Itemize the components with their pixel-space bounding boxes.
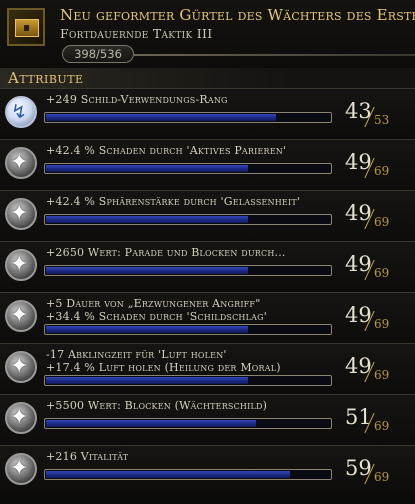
attribute-label: +5500 Wert: Blocken (Wächterschild): [46, 399, 268, 412]
attribute-label-second: +34.4 % Schaden durch 'Schildschlag': [46, 310, 267, 323]
star-icon-glyph: ✦: [10, 201, 29, 226]
rank-max: 69: [374, 266, 390, 280]
star-icon[interactable]: ✦: [5, 249, 37, 281]
item-window: Neu geformter Gürtel des Wächters des Er…: [0, 0, 415, 504]
star-icon[interactable]: ✦: [5, 147, 37, 179]
attribute-row[interactable]: ✦ +2650 Wert: Parade und Blocken durch...…: [0, 241, 415, 291]
attribute-row[interactable]: ↯ +249 Schild-Verwendungs-Rang 43 53: [0, 88, 415, 138]
attribute-label-second: +17.4 % Luft holen (Heilung der Moral): [46, 361, 281, 374]
section-title-attributes: Attribute: [0, 68, 415, 88]
rank-progress-fill: [46, 377, 248, 384]
attribute-label: +249 Schild-Verwendungs-Rang: [46, 93, 228, 106]
rank-progress-fill: [46, 420, 256, 427]
attribute-label: +216 Vitalität: [46, 450, 129, 463]
star-icon[interactable]: ✦: [5, 351, 37, 383]
rank-progress-bar: [44, 375, 332, 386]
star-icon[interactable]: ✦: [5, 300, 37, 332]
attribute-label: +5 Dauer von „Erzwungener Angriff": [46, 297, 261, 310]
rank-progress-bar: [44, 214, 332, 225]
attribute-label: +2650 Wert: Parade und Blocken durch...: [46, 246, 286, 259]
rank-progress-bar: [44, 112, 332, 123]
item-xp-counter: 398/536: [62, 45, 134, 63]
rank-max: 53: [374, 113, 390, 127]
lightning-icon-glyph: ↯: [11, 101, 27, 123]
rank-max: 69: [374, 317, 390, 331]
lightning-icon[interactable]: ↯: [5, 96, 37, 128]
item-subtitle: Fortdauernde Taktik III: [60, 26, 213, 41]
star-icon[interactable]: ✦: [5, 198, 37, 230]
attribute-label: -17 Abklingzeit für 'Luft holen': [46, 348, 227, 361]
rank-progress-bar: [44, 469, 332, 480]
attribute-row[interactable]: ✦ +42.4 % Schaden durch 'Aktives Parieren…: [0, 139, 415, 189]
attribute-label: +42.4 % Schaden durch 'Aktives Parieren': [46, 144, 287, 157]
rank-progress-fill: [46, 471, 290, 478]
item-icon[interactable]: [7, 8, 45, 46]
attribute-label: +42.4 % Sphärenstärke durch 'Gelassenhei…: [46, 195, 301, 208]
star-icon-glyph: ✦: [10, 456, 29, 481]
rank-max: 69: [374, 215, 390, 229]
attribute-row[interactable]: ✦ +5 Dauer von „Erzwungener Angriff" +34.4…: [0, 292, 415, 342]
rank-progress-bar: [44, 265, 332, 276]
rank-progress-fill: [46, 114, 276, 121]
rank-max: 69: [374, 164, 390, 178]
attribute-row[interactable]: ✦ +5500 Wert: Blocken (Wächterschild) 51 69: [0, 394, 415, 444]
star-icon-glyph: ✦: [10, 405, 29, 430]
rank-progress-fill: [46, 216, 248, 223]
star-icon[interactable]: ✦: [5, 402, 37, 434]
attribute-row[interactable]: ✦ +216 Vitalität 59 69: [0, 445, 415, 495]
rank-progress-fill: [46, 165, 248, 172]
rank-progress-bar: [44, 163, 332, 174]
item-title: Neu geformter Gürtel des Wächters des Er…: [60, 6, 415, 24]
star-icon-glyph: ✦: [10, 150, 29, 175]
attribute-row[interactable]: ✦ +42.4 % Sphärenstärke durch 'Gelassenhe…: [0, 190, 415, 240]
attribute-row[interactable]: ✦ -17 Abklingzeit für 'Luft holen' +17.4 %…: [0, 343, 415, 393]
rank-progress-bar: [44, 324, 332, 335]
rank-progress-fill: [46, 267, 248, 274]
rank-max: 69: [374, 419, 390, 433]
rank-progress-fill: [46, 326, 248, 333]
rank-max: 69: [374, 368, 390, 382]
star-icon[interactable]: ✦: [5, 453, 37, 485]
item-header: Neu geformter Gürtel des Wächters des Er…: [0, 0, 415, 70]
xp-divider: [134, 54, 415, 56]
star-icon-glyph: ✦: [10, 354, 29, 379]
star-icon-glyph: ✦: [10, 252, 29, 277]
chest-icon: [15, 19, 39, 37]
rank-progress-bar: [44, 418, 332, 429]
rank-max: 69: [374, 470, 390, 484]
star-icon-glyph: ✦: [10, 303, 29, 328]
